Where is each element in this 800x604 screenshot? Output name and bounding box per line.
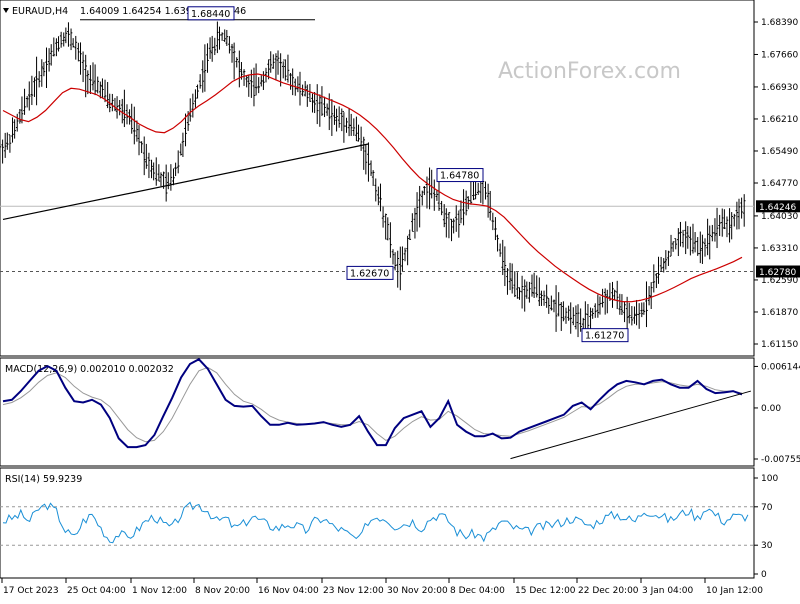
x-tick-label: 22 Dec 20:00: [578, 586, 639, 596]
rsi-panel-frame: [0, 467, 755, 579]
x-tick-label: 25 Oct 04:00: [67, 586, 126, 596]
level-label: 1.68440: [187, 6, 235, 21]
x-tick-label: 8 Dec 04:00: [450, 586, 505, 596]
watermark-text: ActionForex.com: [498, 59, 681, 84]
price-y-tick-label: 1.67660: [761, 50, 798, 60]
price-trendline: [2, 143, 369, 221]
macd-y-tick-label: 0.00: [761, 404, 781, 414]
price-y-tick-label: 1.66210: [761, 115, 798, 125]
level-label-text: 1.64780: [440, 171, 479, 182]
x-tick-label: 3 Jan 04:00: [642, 586, 694, 596]
level-label: 1.62670: [346, 265, 394, 280]
price-y-tick-label: 1.61870: [761, 308, 798, 318]
x-tick-label: 17 Oct 2023: [3, 586, 59, 596]
macd-trendline: [510, 390, 752, 460]
rsi-y-tick-label: 0: [761, 570, 767, 580]
price-panel-frame: [0, 0, 755, 357]
x-tick-label: 23 Nov 12:00: [323, 586, 384, 596]
macd-signal-line: [2, 366, 743, 443]
rsi-title: RSI(14) 59.9239: [5, 474, 82, 485]
level-label: 1.61270: [581, 328, 629, 343]
current-price-label: 1.64246: [759, 203, 796, 213]
x-tick-label: 8 Nov 20:00: [195, 586, 250, 596]
symbol-label: EURAUD,H4: [12, 6, 68, 17]
level-label-text: 1.62670: [350, 268, 389, 279]
chart-canvas: ActionForex.com EURAUD,H4 1.64009 1.6425…: [0, 0, 800, 596]
rsi-layer: [0, 501, 754, 546]
x-tick-label: 1 Nov 12:00: [132, 586, 187, 596]
rsi-y-tick-label: 70: [761, 503, 773, 513]
x-tick-label: 10 Jan 12:00: [706, 586, 763, 596]
price-y-tick-label: 1.61150: [761, 340, 798, 350]
level-label-text: 1.68440: [191, 9, 230, 20]
price-y-tick-label: 1.63310: [761, 244, 798, 254]
level-label: 1.64780: [436, 168, 484, 183]
price-y-tick-label: 1.66930: [761, 83, 798, 93]
x-tick-label: 16 Nov 04:00: [258, 586, 319, 596]
x-tick-label: 15 Dec 12:00: [515, 586, 576, 596]
macd-title: MACD(12,26,9) 0.002010 0.002032: [5, 364, 174, 375]
support-level-label: 1.62780: [759, 268, 796, 278]
collapse-triangle-icon: [3, 8, 9, 13]
macd-y-tick-label: -0.007555: [761, 455, 800, 465]
price-y-tick-label: 1.65490: [761, 147, 798, 157]
rsi-line: [2, 501, 749, 544]
macd-y-tick-label: 0.006144: [761, 362, 800, 372]
price-y-tick-label: 1.68390: [761, 18, 798, 28]
chart-window: ActionForex.com EURAUD,H4 1.64009 1.6425…: [0, 0, 800, 600]
x-tick-label: 30 Nov 20:00: [387, 586, 448, 596]
rsi-y-tick-label: 100: [761, 474, 778, 484]
price-layer: 1.68440 1.64780 1.62670 1.61270: [0, 6, 754, 343]
rsi-y-tick-label: 30: [761, 541, 773, 551]
price-y-tick-label: 1.64770: [761, 179, 798, 189]
price-y-tick-label: 1.64030: [761, 212, 798, 222]
level-label-text: 1.61270: [585, 331, 624, 342]
